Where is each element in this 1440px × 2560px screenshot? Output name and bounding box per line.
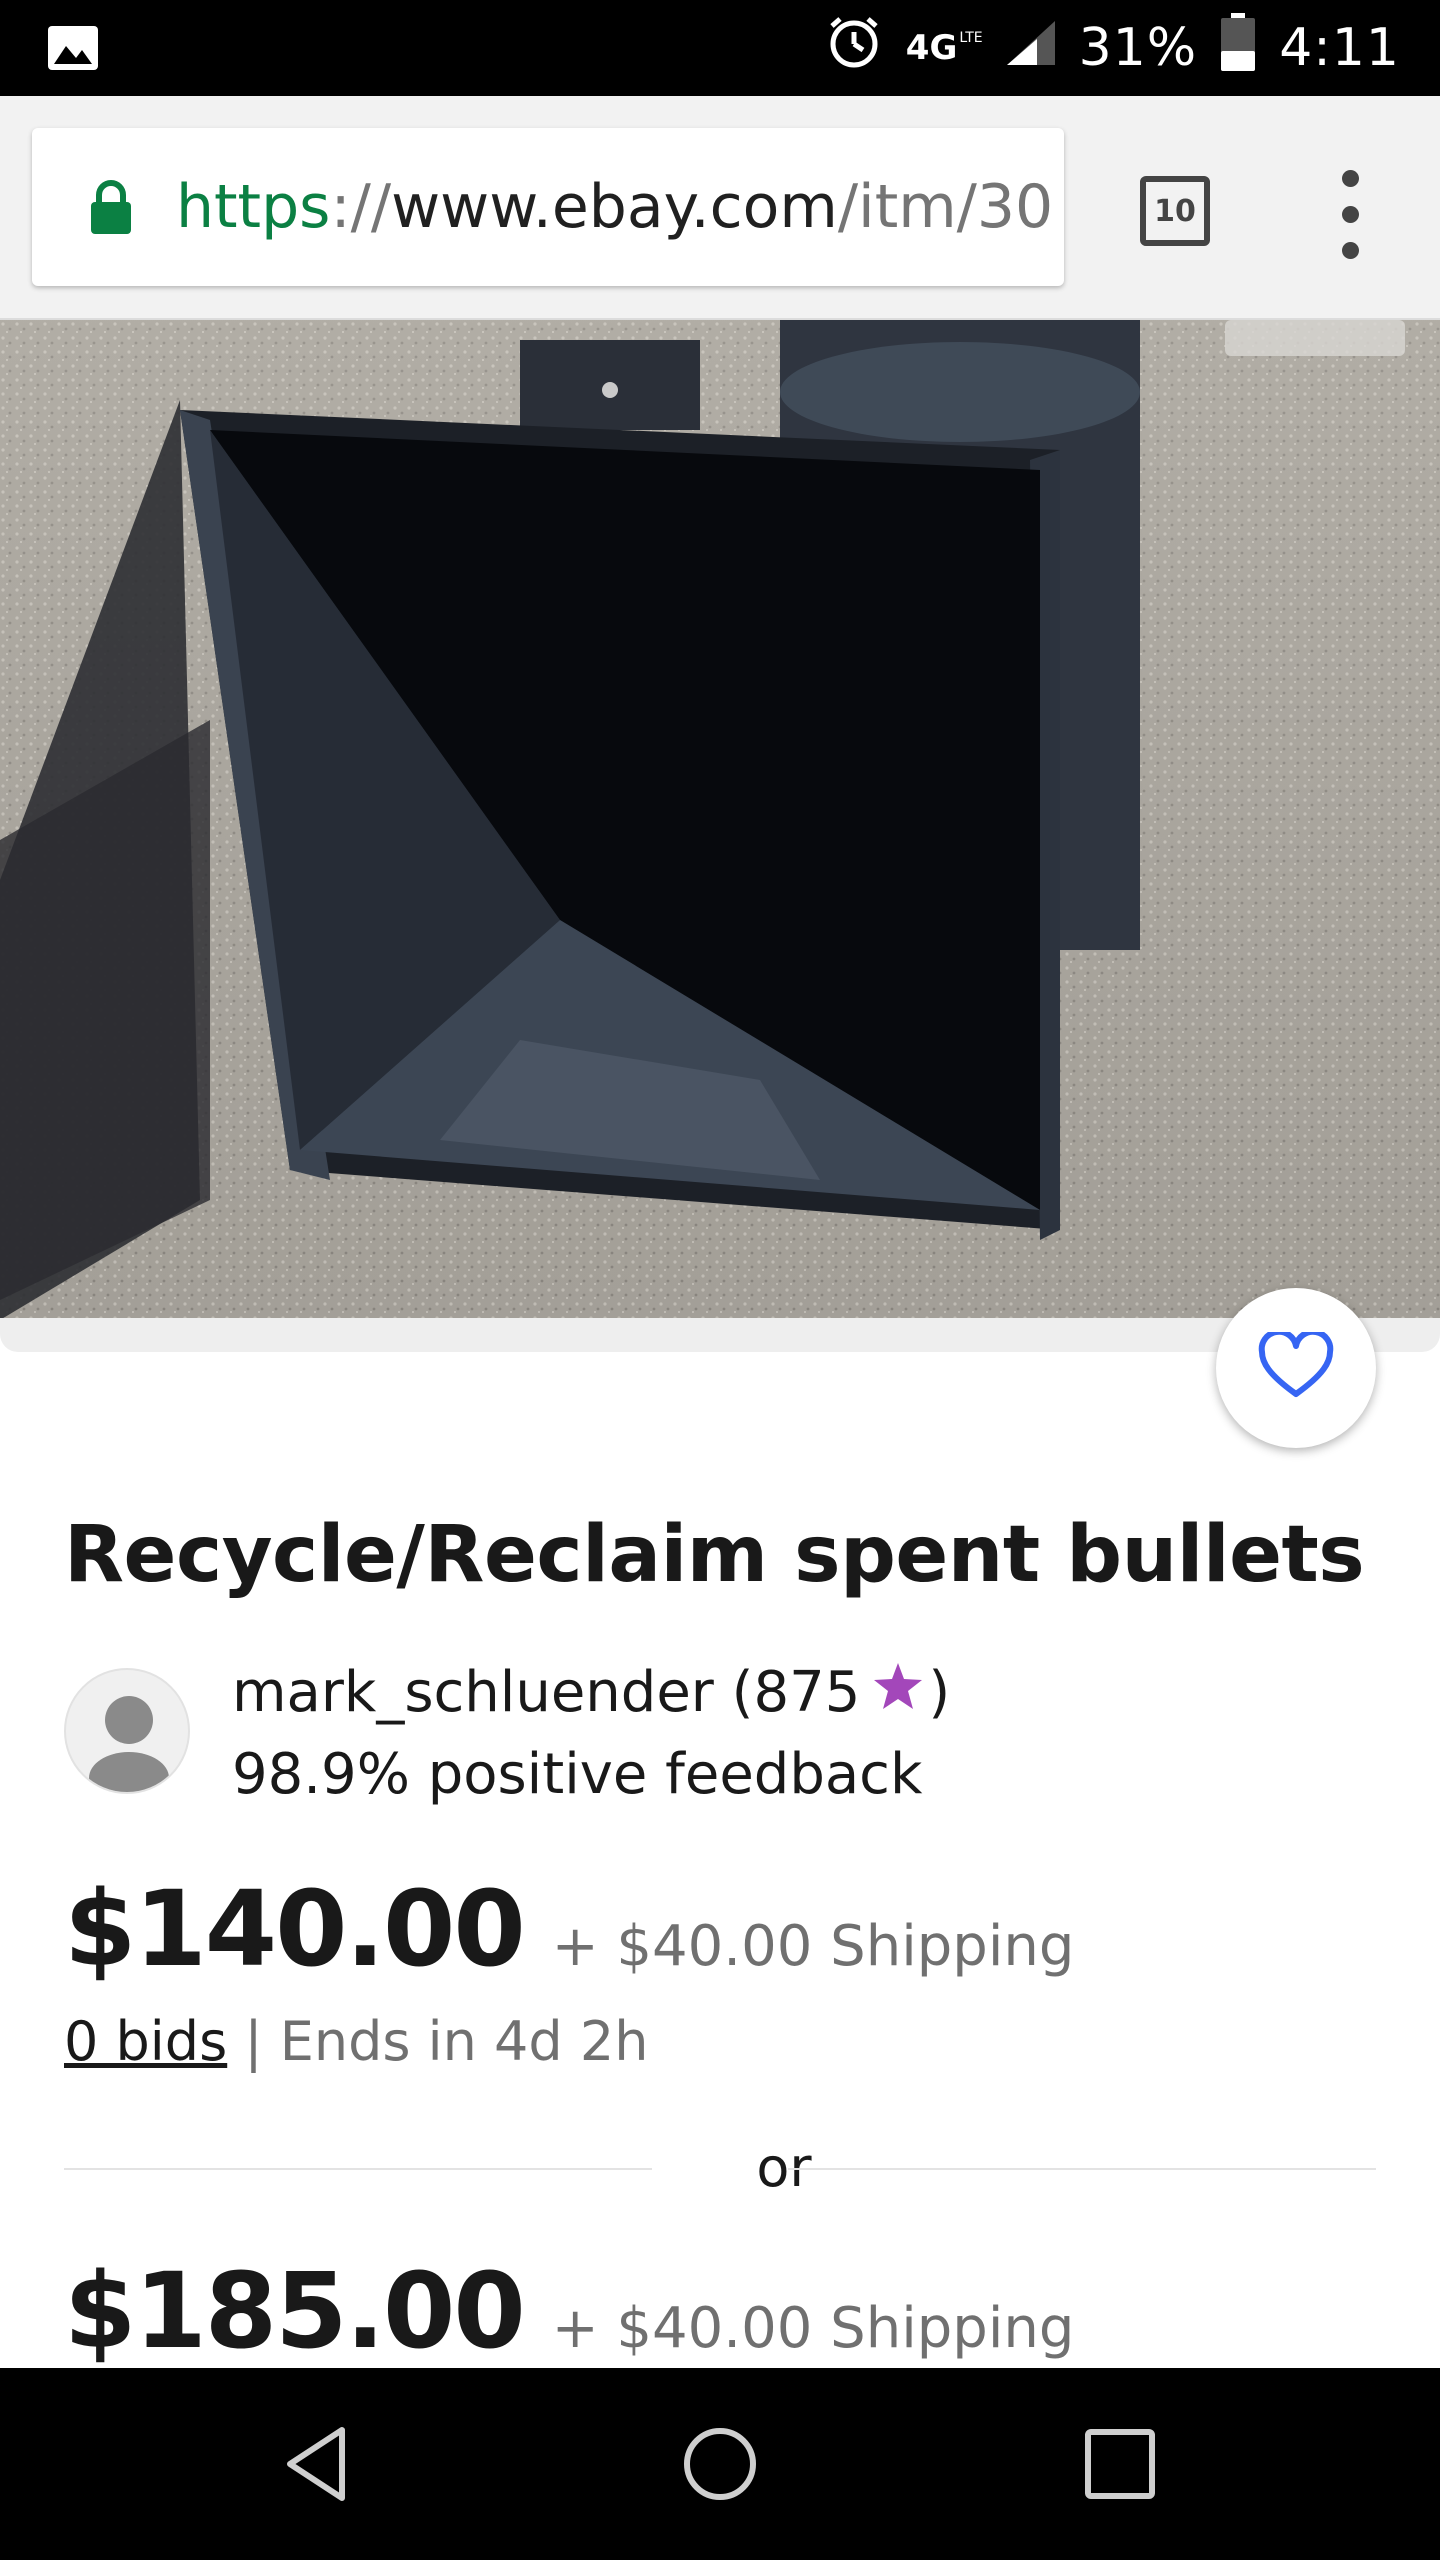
auction-ends: | Ends in 4d 2h: [244, 2010, 649, 2073]
url-path: /itm/30: [837, 172, 1054, 242]
clock-time: 4:11: [1279, 18, 1400, 78]
url-separator: ://: [330, 172, 392, 242]
buy-it-now-shipping: + $40.00 Shipping: [551, 2296, 1075, 2361]
heart-icon: [1258, 1328, 1334, 1405]
or-divider: or: [64, 2128, 1376, 2208]
buy-it-now-price: $185.00: [64, 2250, 526, 2372]
tab-switcher-button[interactable]: 10: [1140, 176, 1210, 246]
url-text: https://www.ebay.com/itm/30: [176, 128, 1053, 286]
star-icon: [872, 1660, 924, 1725]
item-title: Recycle/Reclaim spent bullets: [64, 1510, 1365, 1600]
seller-avatar[interactable]: [64, 1668, 190, 1794]
auction-price: $140.00: [64, 1868, 526, 1990]
system-nav-bar: [0, 2368, 1440, 2560]
more-menu-icon[interactable]: [1330, 170, 1370, 260]
lock-icon: [88, 180, 134, 239]
buy-it-now-price-row: $185.00 + $40.00 Shipping: [64, 2250, 1074, 2372]
back-icon[interactable]: [270, 2414, 370, 2514]
seller-feedback: 98.9% positive feedback: [232, 1742, 923, 1807]
battery-level: 31%: [1078, 18, 1198, 78]
url-host: www.ebay.com: [391, 172, 838, 242]
divider-line-left: [64, 2168, 652, 2170]
network-type: 4G: [905, 28, 958, 68]
bids-link[interactable]: 0 bids: [64, 2010, 227, 2073]
network-subtype: LTE: [959, 30, 983, 46]
recents-icon[interactable]: [1070, 2414, 1170, 2514]
browser-toolbar: https://www.ebay.com/itm/30 10: [0, 96, 1440, 320]
auction-price-row: $140.00 + $40.00 Shipping: [64, 1868, 1074, 1990]
address-bar[interactable]: https://www.ebay.com/itm/30: [32, 128, 1064, 286]
divider-line-right: [788, 2168, 1376, 2170]
auction-shipping: + $40.00 Shipping: [551, 1914, 1075, 1979]
watch-button[interactable]: [1216, 1288, 1376, 1448]
signal-icon: [1006, 18, 1055, 78]
url-scheme: https: [176, 172, 331, 242]
tab-count: 10: [1154, 193, 1196, 229]
seller-name: mark_schluender (875: [232, 1660, 861, 1725]
image-icon: [48, 26, 98, 75]
seller-name-close: ): [928, 1660, 951, 1725]
status-bar: 4G LTE 31% 4:11: [0, 0, 1440, 96]
home-icon[interactable]: [670, 2414, 770, 2514]
product-image[interactable]: [0, 320, 1440, 1320]
battery-icon: [1221, 12, 1256, 84]
seller-info[interactable]: mark_schluender (875 ): [232, 1660, 950, 1725]
bids-row: 0 bids | Ends in 4d 2h: [64, 2010, 648, 2073]
alarm-icon: [826, 14, 882, 83]
